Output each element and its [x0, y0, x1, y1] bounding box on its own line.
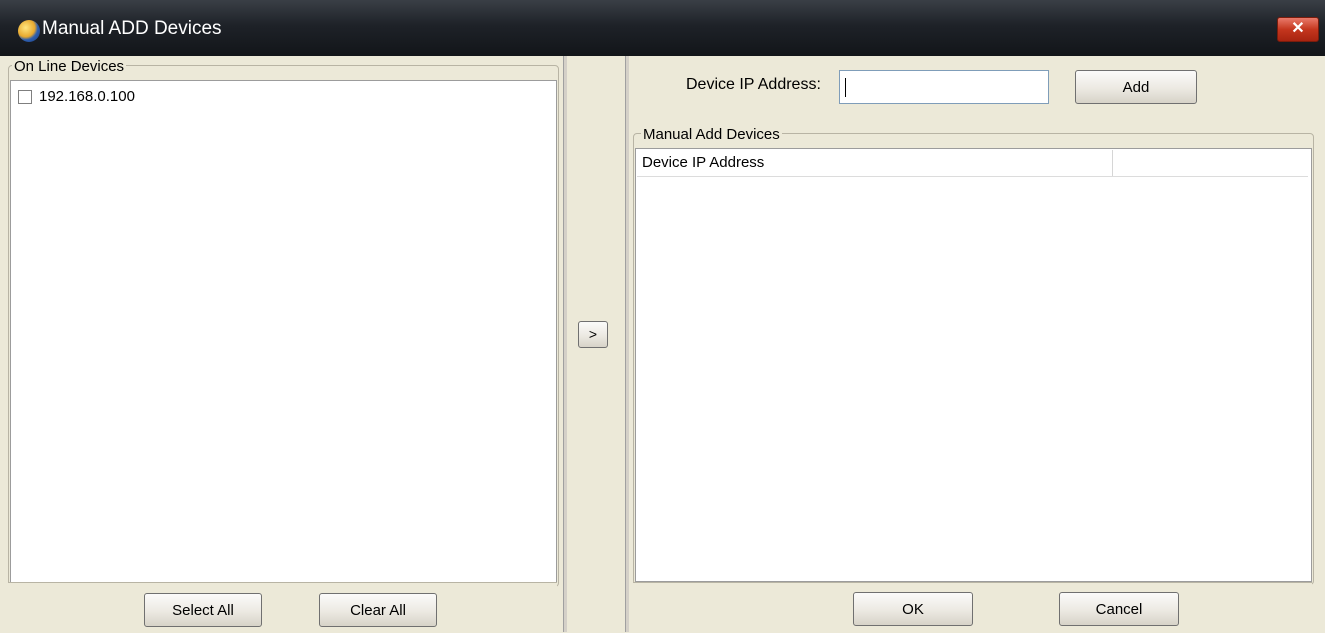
ok-button[interactable]: OK	[853, 592, 973, 626]
table-header: Device IP Address	[637, 150, 1308, 177]
clear-all-button[interactable]: Clear All	[319, 593, 437, 627]
close-button[interactable]: ✕	[1277, 17, 1319, 42]
text-caret	[845, 78, 846, 97]
manual-devices-table[interactable]	[635, 148, 1312, 582]
app-icon	[18, 20, 40, 42]
online-devices-list[interactable]: 192.168.0.100	[10, 80, 557, 584]
device-checkbox[interactable]	[18, 89, 32, 104]
ip-address-label: Device IP Address:	[686, 76, 821, 93]
online-devices-label: On Line Devices	[12, 58, 127, 75]
left-separator	[563, 56, 567, 632]
ip-address-input[interactable]	[839, 70, 1049, 104]
left-button-bar	[8, 582, 557, 633]
title-bar[interactable]: Manual ADD Devices ✕	[0, 0, 1325, 56]
add-button[interactable]: Add	[1075, 70, 1197, 104]
right-separator	[625, 56, 629, 632]
left-pane: On Line Devices 192.168.0.100 Select All…	[0, 56, 566, 633]
column-header-ip[interactable]: Device IP Address	[642, 154, 764, 171]
transfer-button[interactable]: >	[578, 321, 608, 348]
window-title: Manual ADD Devices	[42, 18, 222, 39]
cancel-button[interactable]: Cancel	[1059, 592, 1179, 626]
manual-add-label: Manual Add Devices	[641, 126, 782, 143]
select-all-button[interactable]: Select All	[144, 593, 262, 627]
column-divider[interactable]	[1112, 150, 1113, 176]
list-item[interactable]: 192.168.0.100	[18, 88, 135, 105]
device-ip: 192.168.0.100	[39, 88, 135, 105]
